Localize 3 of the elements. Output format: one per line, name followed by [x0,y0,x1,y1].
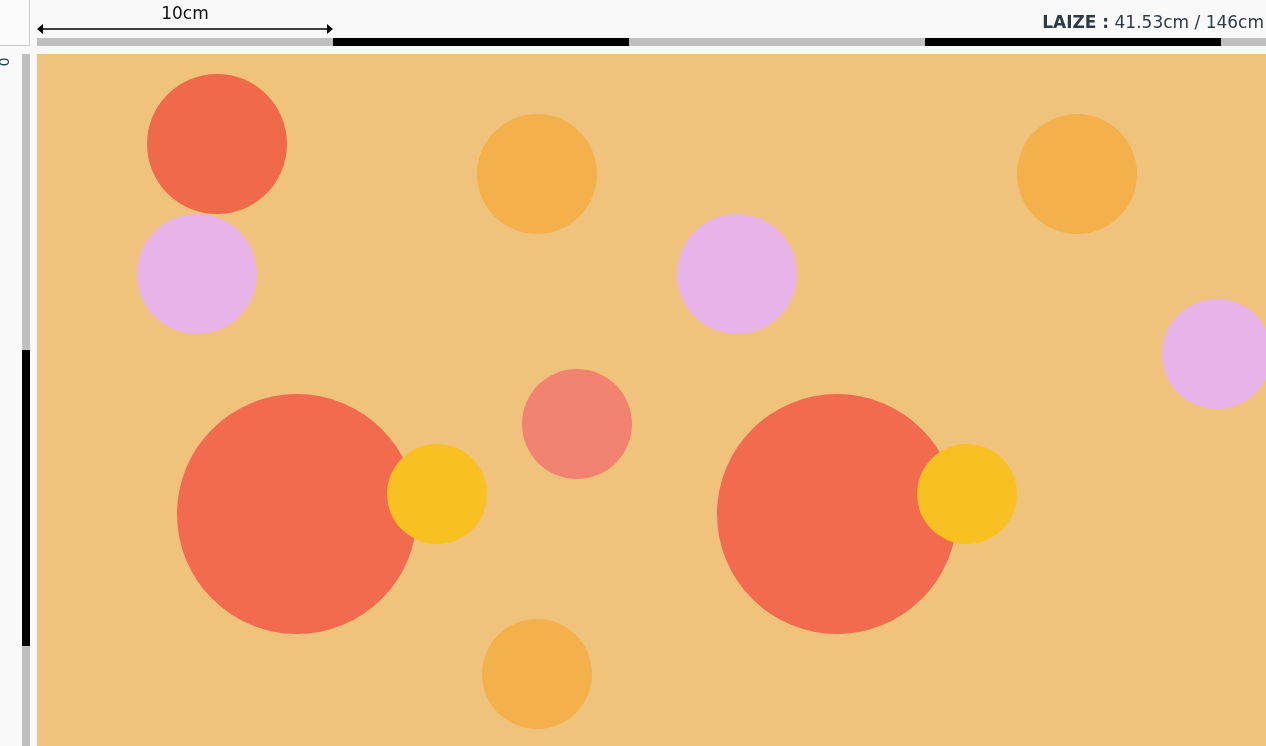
scale-label: 10cm [161,3,209,23]
width-reading: LAIZE : 41.53cm / 146cm [1042,12,1264,34]
scale-label: 0 [0,57,13,67]
